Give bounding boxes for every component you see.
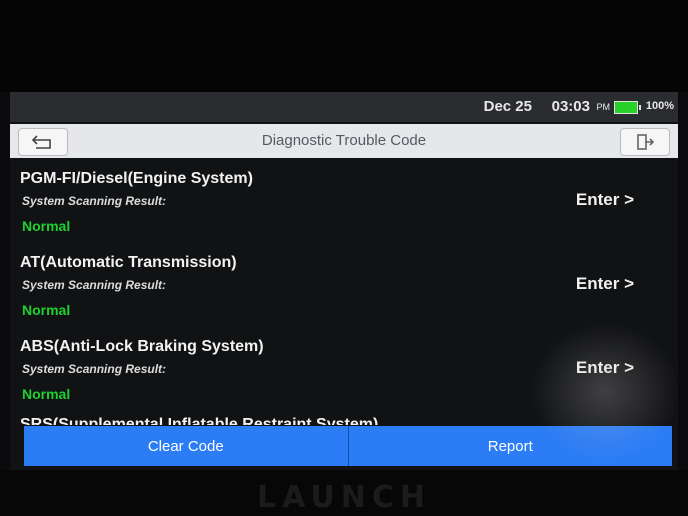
scan-result-label: System Scanning Result: xyxy=(22,278,167,292)
exit-button[interactable] xyxy=(620,128,670,156)
status-bar: Dec 25 03:03 PM 100% xyxy=(10,92,678,122)
status-battery-percent: 100% xyxy=(645,100,674,112)
status-time: 03:03 xyxy=(551,98,590,115)
status-ampm: PM xyxy=(596,102,611,112)
device-bezel-top xyxy=(0,0,688,92)
system-name: PGM-FI/Diesel(Engine System) xyxy=(20,170,253,187)
list-item[interactable]: ABS(Anti-Lock Braking System) System Sca… xyxy=(10,328,678,412)
list-item[interactable]: AT(Automatic Transmission) System Scanni… xyxy=(10,244,678,328)
action-bar: Clear Code Report xyxy=(24,426,672,466)
scan-result-label: System Scanning Result: xyxy=(22,362,167,376)
system-list: PGM-FI/Diesel(Engine System) System Scan… xyxy=(10,160,678,425)
brand-logo: LAUNCH xyxy=(256,480,431,515)
system-name: ABS(Anti-Lock Braking System) xyxy=(20,338,264,355)
status-badge: Normal xyxy=(22,218,71,234)
device-screen: Dec 25 03:03 PM 100% Diagnostic Trouble … xyxy=(10,92,678,470)
status-date: Dec 25 xyxy=(483,98,532,115)
list-item[interactable]: SRS(Supplemental Inflatable Restraint Sy… xyxy=(10,412,678,425)
enter-button[interactable]: Enter > xyxy=(576,274,634,294)
exit-door-icon xyxy=(637,134,655,150)
system-name: AT(Automatic Transmission) xyxy=(20,254,237,271)
battery-icon xyxy=(614,101,641,114)
enter-button[interactable]: Enter > xyxy=(576,190,634,210)
enter-button[interactable]: Enter > xyxy=(576,358,634,378)
status-badge: Normal xyxy=(22,386,71,402)
report-button[interactable]: Report xyxy=(349,426,673,466)
clear-code-button[interactable]: Clear Code xyxy=(24,426,348,466)
page-title: Diagnostic Trouble Code xyxy=(261,132,427,149)
list-item[interactable]: PGM-FI/Diesel(Engine System) System Scan… xyxy=(10,160,678,244)
status-badge: Normal xyxy=(22,302,71,318)
title-bar: Diagnostic Trouble Code xyxy=(10,124,678,158)
scan-result-label: System Scanning Result: xyxy=(22,194,167,208)
system-name: SRS(Supplemental Inflatable Restraint Sy… xyxy=(20,416,379,425)
